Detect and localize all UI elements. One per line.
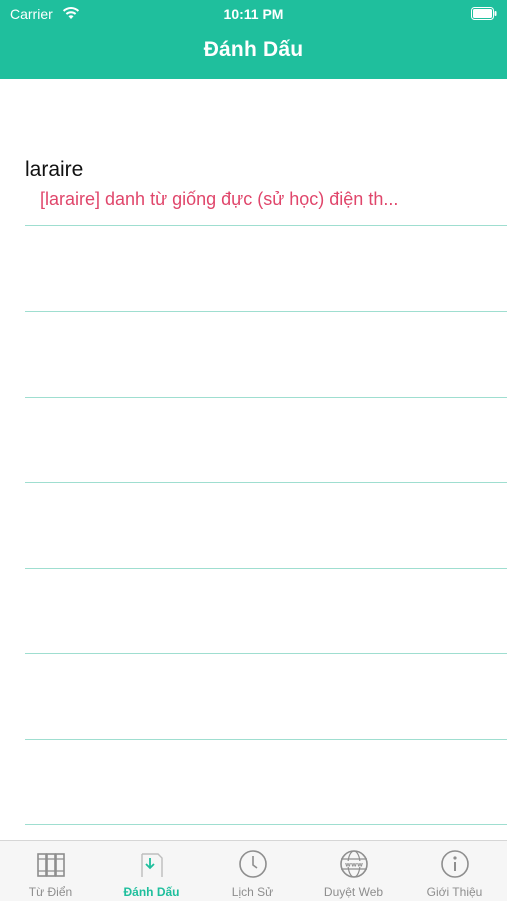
- tab-history[interactable]: Lịch Sử: [202, 841, 303, 901]
- battery-icon: [471, 7, 497, 20]
- tab-bookmarks[interactable]: Đánh Dấu: [101, 841, 202, 901]
- tab-label: Giới Thiệu: [426, 885, 483, 899]
- empty-row: [25, 654, 507, 740]
- tab-bar: Từ Điển Đánh Dấu Lịch Sử www Duyệt Web G…: [0, 840, 507, 901]
- tab-label: Từ Điển: [28, 885, 73, 899]
- bookmark-definition: [laraire] danh từ giống đực (sử học) điệ…: [40, 189, 399, 209]
- bookmark-list[interactable]: laraire [laraire] danh từ giống đực (sử …: [0, 79, 507, 840]
- clock-icon: [239, 850, 267, 878]
- tab-browse-web[interactable]: www Duyệt Web: [303, 841, 404, 901]
- info-icon: [441, 850, 469, 878]
- tab-label: Đánh Dấu: [123, 885, 180, 899]
- tab-label: Duyệt Web: [323, 885, 384, 899]
- bookmark-icon: [141, 853, 163, 877]
- status-time: 10:11 PM: [223, 6, 284, 22]
- globe-www-icon: www: [340, 850, 368, 878]
- status-bar: Carrier 10:11 PM: [0, 0, 507, 28]
- nav-bar: Carrier 10:11 PM Đánh Dấu: [0, 0, 507, 79]
- empty-row: [25, 312, 507, 398]
- tab-about[interactable]: Giới Thiệu: [404, 841, 505, 901]
- tab-label: Lịch Sử: [231, 885, 274, 899]
- page-title: Đánh Dấu: [203, 38, 304, 61]
- bookmark-word: laraire: [25, 158, 84, 181]
- empty-row: [25, 397, 507, 483]
- bookmark-row[interactable]: laraire [laraire] danh từ giống đực (sử …: [25, 79, 507, 226]
- books-icon: [37, 853, 65, 877]
- svg-text:www: www: [345, 861, 363, 869]
- empty-row: [25, 568, 507, 654]
- tab-dictionary[interactable]: Từ Điển: [0, 841, 101, 901]
- empty-row: [25, 226, 507, 312]
- empty-row: [25, 483, 507, 569]
- empty-row: [25, 739, 507, 825]
